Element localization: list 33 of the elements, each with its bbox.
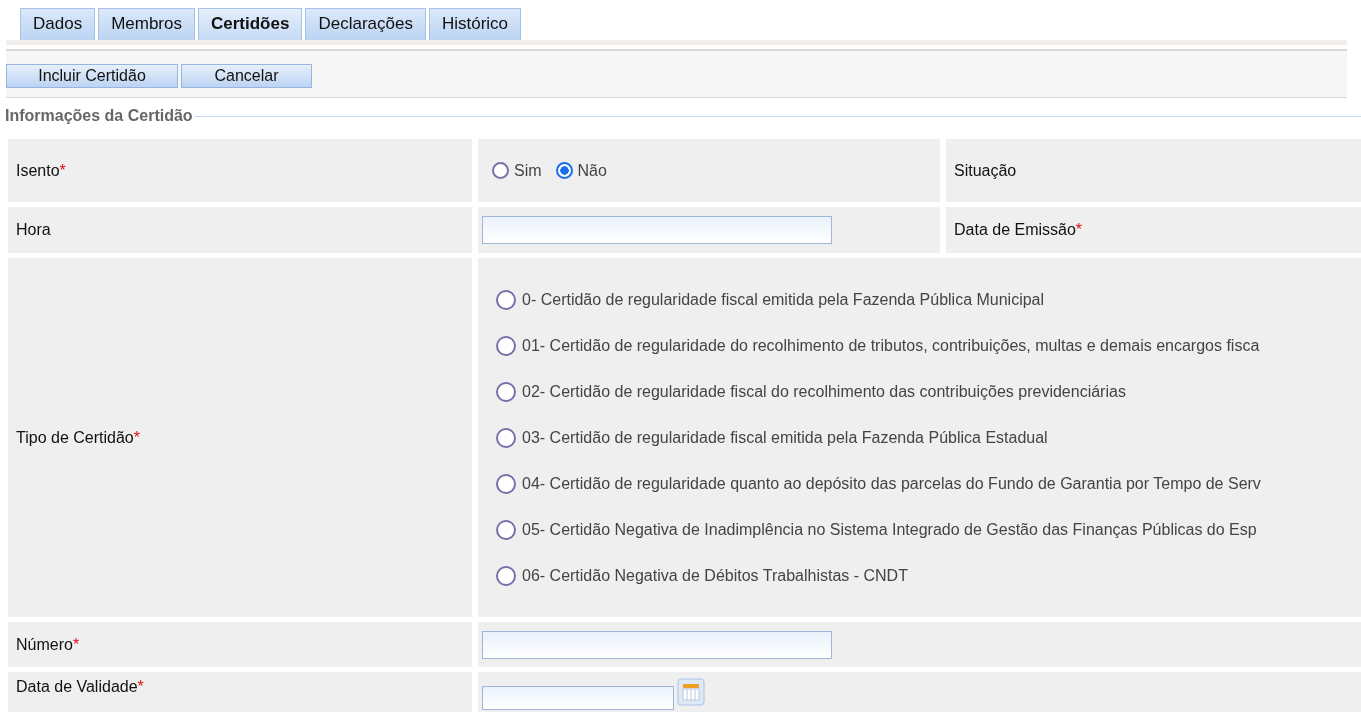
tab[interactable]: Declarações bbox=[305, 8, 426, 40]
tab[interactable]: Membros bbox=[98, 8, 195, 40]
field-label: Data de Emissão* bbox=[946, 207, 1361, 253]
field-label: Situação bbox=[946, 139, 1361, 202]
required-mark: * bbox=[72, 635, 80, 654]
tab[interactable]: Certidões bbox=[198, 8, 303, 40]
radio-option[interactable]: 06- Certidão Negativa de Débitos Trabalhistas - CNDT bbox=[496, 565, 908, 586]
date-field[interactable] bbox=[482, 686, 674, 710]
section-legend: Informações da Certidão bbox=[5, 107, 193, 125]
radio-option[interactable]: 04- Certidão de regularidade quanto ao depósito das parcelas do Fundo de Garantia por Tempo de Serv bbox=[496, 473, 1261, 494]
field-label: Tipo de Certidão* bbox=[8, 258, 472, 617]
calendar-icon[interactable] bbox=[677, 678, 705, 706]
radio-option[interactable]: 0- Certidão de regularidade fiscal emitida pela Fazenda Pública Municipal bbox=[496, 289, 1045, 310]
input-field[interactable] bbox=[482, 216, 832, 244]
input-field[interactable] bbox=[482, 630, 832, 659]
radio-option[interactable]: 03- Certidão de regularidade fiscal emitida pela Fazenda Pública Estadual bbox=[496, 427, 1048, 448]
tab[interactable]: Dados bbox=[20, 8, 96, 40]
radio-option[interactable]: Sim bbox=[492, 161, 542, 180]
radio-option[interactable]: 01- Certidão de regularidade do recolhimento de tributos, contribuições, multas e demais encargos fisca bbox=[496, 335, 1260, 356]
required-mark: * bbox=[133, 428, 140, 447]
field-label: Isento* bbox=[8, 139, 472, 202]
radio-option[interactable]: 02- Certidão de regularidade fiscal do recolhimento das contribuições previdenciárias bbox=[496, 381, 1126, 402]
radio-option[interactable]: Não bbox=[555, 161, 607, 180]
toolbar-button[interactable]: Cancelar bbox=[181, 64, 312, 88]
field-label: Data de Validade* bbox=[8, 672, 472, 712]
required-mark: * bbox=[137, 678, 144, 696]
field-label: Hora bbox=[8, 207, 472, 253]
required-mark: * bbox=[1075, 221, 1083, 239]
field-label: Número* bbox=[8, 622, 472, 667]
tab[interactable]: Histórico bbox=[428, 8, 522, 40]
toolbar-button[interactable]: Incluir Certidão bbox=[6, 64, 178, 88]
radio-option[interactable]: 05- Certidão Negativa de Inadimplência no Sistema Integrado de Gestão das Finanças Públicas do Esp bbox=[496, 519, 1257, 540]
required-mark: * bbox=[59, 161, 66, 180]
